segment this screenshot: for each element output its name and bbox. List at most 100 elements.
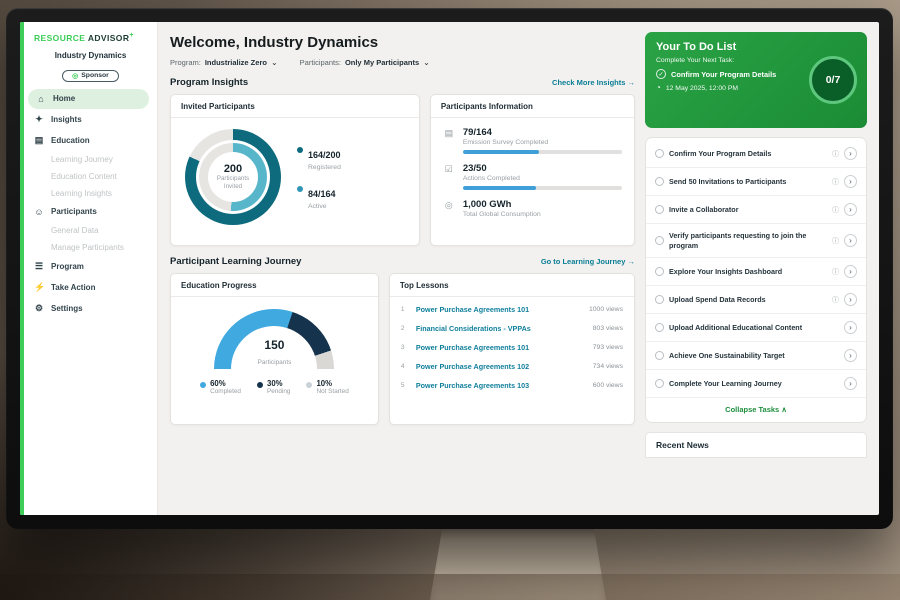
todo-title: Your To Do List	[656, 41, 856, 53]
app-logo: RESOURCE ADVISOR+	[24, 22, 157, 47]
sidebar-item-manage-participants[interactable]: Manage Participants	[24, 239, 157, 256]
sidebar-item-learning-insights[interactable]: Learning Insights	[24, 185, 157, 202]
sidebar-item-home[interactable]: ⌂ Home	[28, 89, 149, 109]
participants-dropdown[interactable]: Participants: Only My Participants ⌄	[300, 58, 430, 67]
lesson-views: 600 views	[593, 382, 623, 389]
progress-fill	[463, 150, 539, 154]
participants-filter-label: Participants:	[300, 58, 341, 67]
task-row[interactable]: Complete Your Learning Journey ›	[646, 370, 866, 398]
chevron-down-icon: ⌄	[271, 58, 278, 67]
sidebar-item-general-data[interactable]: General Data	[24, 222, 157, 239]
lesson-number: 4	[401, 363, 409, 370]
task-row[interactable]: Confirm Your Program Details ⓘ ›	[646, 140, 866, 168]
collapse-tasks-link[interactable]: Collapse Tasks ∧	[646, 398, 866, 420]
learning-journey-title: Participant Learning Journey	[170, 256, 301, 267]
sidebar-item-label: Take Action	[51, 283, 95, 292]
sidebar-item-take-action[interactable]: ⚡ Take Action	[24, 277, 157, 298]
stat-actions-completed: ☑ 23/50 Actions Completed	[443, 163, 622, 190]
education-progress-card: Education Progress 150 Participants	[170, 273, 379, 425]
task-label: Explore Your Insights Dashboard	[669, 267, 827, 277]
sidebar-item-label: Program	[51, 262, 84, 271]
lesson-link[interactable]: Financial Considerations - VPPAs	[416, 324, 586, 333]
chevron-right-icon[interactable]: ›	[844, 175, 857, 188]
sidebar-item-education-content[interactable]: Education Content	[24, 168, 157, 185]
arrow-right-icon: →	[628, 78, 636, 87]
task-checkbox[interactable]	[655, 149, 664, 158]
sidebar: RESOURCE ADVISOR+ Industry Dynamics ◎ Sp…	[20, 22, 158, 515]
task-checkbox[interactable]	[655, 267, 664, 276]
sidebar-nav: ⌂ Home ✦ Insights ▤ Education Learning J…	[24, 89, 157, 319]
sidebar-item-education[interactable]: ▤ Education	[24, 130, 157, 151]
sidebar-item-learning-journey[interactable]: Learning Journey	[24, 151, 157, 168]
task-label: Upload Additional Educational Content	[669, 323, 834, 333]
go-to-learning-journey-link[interactable]: Go to Learning Journey →	[541, 257, 635, 266]
program-filter-label: Program:	[170, 58, 201, 67]
lesson-row[interactable]: 1 Power Purchase Agreements 101 1000 vie…	[390, 300, 634, 319]
lesson-number: 2	[401, 325, 409, 332]
program-icon: ☰	[34, 261, 44, 272]
screen: RESOURCE ADVISOR+ Industry Dynamics ◎ Sp…	[20, 22, 879, 515]
chevron-right-icon[interactable]: ›	[844, 377, 857, 390]
task-row[interactable]: Explore Your Insights Dashboard ⓘ ›	[646, 258, 866, 286]
sidebar-item-settings[interactable]: ⚙ Settings	[24, 298, 157, 319]
lesson-link[interactable]: Power Purchase Agreements 101	[416, 305, 582, 314]
participants-filter-value: Only My Participants	[345, 58, 419, 67]
sidebar-item-label: Manage Participants	[51, 243, 124, 252]
task-row[interactable]: Invite a Collaborator ⓘ ›	[646, 196, 866, 224]
todo-progress-badge: 0/7	[809, 56, 857, 104]
invited-donut-center: 200 Participants Invited	[208, 152, 258, 202]
chevron-right-icon[interactable]: ›	[844, 203, 857, 216]
lesson-row[interactable]: 4 Power Purchase Agreements 102 734 view…	[390, 357, 634, 376]
sponsor-badge: ◎ Sponsor	[62, 70, 119, 82]
sidebar-item-label: Education Content	[51, 172, 117, 181]
chevron-right-icon[interactable]: ›	[844, 321, 857, 334]
lesson-link[interactable]: Power Purchase Agreements 102	[416, 362, 586, 371]
task-checkbox[interactable]	[655, 379, 664, 388]
chevron-right-icon[interactable]: ›	[844, 293, 857, 306]
info-icon: ⓘ	[832, 267, 839, 277]
task-checkbox[interactable]	[655, 323, 664, 332]
task-row[interactable]: Achieve One Sustainability Target ›	[646, 342, 866, 370]
lesson-link[interactable]: Power Purchase Agreements 103	[416, 381, 586, 390]
task-checkbox[interactable]	[655, 295, 664, 304]
chevron-right-icon[interactable]: ›	[844, 234, 857, 247]
brand-secondary: ADVISOR	[88, 33, 130, 43]
insights-icon: ✦	[34, 114, 44, 125]
sidebar-item-program[interactable]: ☰ Program	[24, 256, 157, 277]
registered-label: Registered	[308, 164, 341, 171]
program-dropdown[interactable]: Program: Industrialize Zero ⌄	[170, 58, 278, 67]
chevron-down-icon: ⌄	[423, 58, 430, 67]
settings-icon: ⚙	[34, 303, 44, 314]
check-more-insights-link[interactable]: Check More Insights →	[552, 78, 635, 87]
clock-icon: ◔	[656, 84, 661, 92]
legend-label: Not Started	[316, 388, 348, 395]
sidebar-item-insights[interactable]: ✦ Insights	[24, 109, 157, 130]
info-icon: ⓘ	[832, 236, 839, 246]
sponsor-icon: ◎	[72, 72, 78, 80]
legend-value: 60%	[210, 379, 226, 388]
active-label: Active	[308, 203, 336, 210]
task-row[interactable]: Send 50 Invitations to Participants ⓘ ›	[646, 168, 866, 196]
chevron-right-icon[interactable]: ›	[844, 265, 857, 278]
info-icon: ⓘ	[832, 177, 839, 187]
chevron-right-icon[interactable]: ›	[844, 147, 857, 160]
lesson-row[interactable]: 3 Power Purchase Agreements 101 793 view…	[390, 338, 634, 357]
next-task-datetime: 12 May 2025, 12:00 PM	[666, 85, 738, 92]
lesson-number: 5	[401, 382, 409, 389]
sidebar-item-participants[interactable]: ☺ Participants	[24, 202, 157, 222]
task-checkbox[interactable]	[655, 177, 664, 186]
stat-emission-survey: ▤ 79/164 Emission Survey Completed	[443, 127, 622, 154]
task-checkbox[interactable]	[655, 351, 664, 360]
task-checkbox[interactable]	[655, 205, 664, 214]
task-row[interactable]: Upload Additional Educational Content ›	[646, 314, 866, 342]
task-checkbox[interactable]	[655, 236, 664, 245]
lesson-link[interactable]: Power Purchase Agreements 101	[416, 343, 586, 352]
lesson-row[interactable]: 2 Financial Considerations - VPPAs 803 v…	[390, 319, 634, 338]
chevron-right-icon[interactable]: ›	[844, 349, 857, 362]
task-row[interactable]: Verify participants requesting to join t…	[646, 224, 866, 258]
lesson-views: 734 views	[593, 363, 623, 370]
desk-surface	[0, 574, 900, 600]
task-row[interactable]: Upload Spend Data Records ⓘ ›	[646, 286, 866, 314]
sidebar-item-label: Participants	[51, 207, 97, 216]
lesson-row[interactable]: 5 Power Purchase Agreements 103 600 view…	[390, 376, 634, 395]
